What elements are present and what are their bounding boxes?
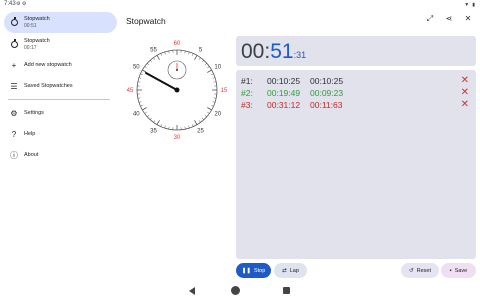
dial-tick (207, 69, 212, 73)
save-button[interactable]: ▪ Save (441, 263, 476, 278)
centiseconds-value: 31 (296, 50, 307, 60)
minutes-value: 00 (241, 40, 265, 63)
info-icon: ⓘ (10, 150, 18, 160)
seconds-value: 51 (270, 40, 294, 63)
lap-split: 00:31:12 (267, 100, 301, 110)
wifi-icon: ▼ (464, 2, 470, 8)
navigation-drawer: Stopwatch 00:51 Stopwatch 00:17 + Add ne… (0, 10, 122, 282)
dial-number: 10 (214, 65, 221, 71)
dial-number: 50 (133, 65, 140, 71)
lap-row: #1: 00:10:25 00:10:25 ✕ (241, 75, 473, 88)
list-icon: ☰ (10, 81, 18, 91)
lap-total: 00:11:63 (310, 100, 343, 110)
sidebar-divider (8, 99, 110, 100)
sidebar-item-time: 00:51 (24, 23, 37, 29)
lap-total: 00:09:23 (310, 88, 344, 98)
lap-split: 00:10:25 (267, 76, 301, 86)
lap-split: 00:19:49 (267, 88, 301, 98)
lap-number: #2: (241, 88, 253, 98)
sidebar-item-label: Settings (24, 109, 44, 116)
stop-button-label: Stop (253, 267, 266, 274)
laps-list: #1: 00:10:25 00:10:25 ✕ #2: 00:19:49 00:… (236, 70, 476, 259)
lap-row: #2: 00:19:49 00:09:23 ✕ (241, 87, 473, 100)
sidebar-item-time: 00:17 (24, 45, 37, 51)
help-icon: ? (11, 129, 17, 139)
status-bar: 7:43 ⚙ ⚙ ▼ ▮ (0, 0, 480, 10)
lap-button-label: Lap (289, 267, 299, 274)
sidebar-item-stopwatch-2[interactable]: Stopwatch 00:17 (4, 34, 117, 55)
system-navigation-bar (0, 282, 480, 300)
sidebar-item-label: About (24, 151, 39, 158)
dial-number: 20 (214, 112, 221, 118)
dial-number: 40 (133, 112, 140, 118)
dial-center (174, 87, 180, 93)
dial-tick (194, 55, 198, 60)
lap-icon: ⇄ (282, 267, 287, 274)
sidebar-item-saved-stopwatches[interactable]: ☰ Saved Stopwatches (4, 79, 117, 93)
battery-icon: ▮ (472, 2, 475, 8)
dial-number: 55 (150, 47, 157, 53)
delete-lap-icon[interactable]: ✕ (461, 99, 469, 110)
lap-total: 00:10:25 (310, 76, 344, 86)
sidebar-item-label: Stopwatch (24, 38, 50, 44)
lap-number: #1: (241, 76, 253, 86)
notification-icons: ⚙ ⚙ (16, 1, 27, 7)
lap-row: #3: 00:31:12 00:11:63 ✕ (241, 99, 473, 112)
stop-button[interactable]: ❚❚ Stop (236, 263, 271, 278)
sidebar-item-label: Add new stopwatch (24, 61, 72, 68)
fullscreen-icon[interactable]: ⤢ (425, 14, 435, 24)
dial-number: 30 (174, 135, 181, 141)
home-icon[interactable] (231, 286, 240, 295)
sidebar-item-label: Help (24, 130, 36, 137)
reset-button[interactable]: ↺ Reset (401, 263, 439, 278)
sidebar-item-stopwatch-1[interactable]: Stopwatch 00:51 (4, 12, 117, 33)
sidebar-item-label: Stopwatch (24, 16, 50, 22)
reset-icon: ↺ (409, 267, 414, 274)
pause-icon: ❚❚ (241, 267, 251, 274)
toolbar-actions: ⤢ ⋖ ✕ (425, 14, 473, 24)
time-display: 00:51:31 (236, 36, 476, 66)
dial-tick (194, 120, 198, 125)
sidebar-item-add-stopwatch[interactable]: + Add new stopwatch (4, 58, 117, 72)
delete-lap-icon[interactable]: ✕ (461, 75, 469, 86)
back-icon[interactable] (189, 287, 195, 295)
dial-number: 5 (199, 47, 203, 53)
dial-tick (142, 107, 147, 111)
dial-tick (156, 120, 160, 125)
dial-number: 15 (221, 88, 228, 94)
delete-lap-icon[interactable]: ✕ (461, 87, 469, 98)
page-title: Stopwatch (126, 16, 166, 26)
plus-icon: + (11, 60, 17, 70)
dial-tick (207, 107, 212, 111)
second-hand (145, 72, 178, 91)
dial-number: 60 (174, 41, 181, 47)
save-icon: ▪ (449, 267, 452, 274)
dial-tick (156, 55, 160, 60)
sub-dial-center (176, 69, 178, 71)
recents-icon[interactable] (283, 287, 290, 294)
sidebar-item-label: Saved Stopwatches (24, 82, 73, 89)
stopwatch-icon (4, 17, 24, 26)
status-time: 7:43 (4, 1, 16, 7)
dial-number: 25 (197, 129, 204, 135)
share-icon[interactable]: ⋖ (444, 14, 454, 24)
sidebar-item-help[interactable]: ? Help (4, 127, 117, 141)
close-icon[interactable]: ✕ (463, 14, 473, 24)
dial-number: 35 (150, 129, 157, 135)
sidebar-item-about[interactable]: ⓘ About (4, 148, 117, 162)
analog-stopwatch-dial: 60 5 10 15 20 25 30 35 40 45 50 55 (127, 41, 228, 141)
stopwatch-icon (4, 39, 24, 48)
reset-button-label: Reset (416, 267, 431, 274)
sidebar-item-settings[interactable]: ⚙ Settings (4, 106, 117, 120)
gear-icon: ⚙ (10, 108, 18, 118)
system-icons: ▼ ▮ (464, 1, 475, 9)
dial-number: 45 (127, 88, 134, 94)
lap-number: #3: (241, 100, 253, 110)
lap-button[interactable]: ⇄ Lap (274, 263, 307, 278)
save-button-label: Save (454, 267, 468, 274)
